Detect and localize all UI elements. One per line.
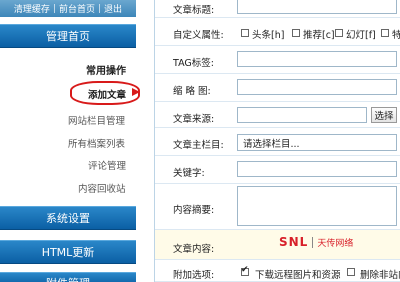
logo-name: 天传网络 (317, 238, 354, 249)
tag-label: TAG标签: (173, 58, 214, 69)
sidebar-item-recycle-bin[interactable]: 内容回收站 (78, 181, 126, 195)
headline-label: 头条[h] (252, 30, 285, 41)
title-input[interactable] (237, 0, 397, 14)
logout-link[interactable]: 退出 (104, 2, 122, 15)
summary-row: 内容摘要: (155, 184, 400, 230)
thumb-input[interactable] (237, 79, 397, 95)
remove-external-links-checkbox[interactable] (347, 268, 355, 276)
download-remote-checkbox[interactable] (241, 265, 249, 276)
nav-attachments[interactable]: 附件管理 (0, 272, 136, 282)
clear-cache-link[interactable]: 清理缓存 (14, 2, 50, 15)
tag-input[interactable] (237, 51, 397, 67)
thumb-row: 缩 略 图: (155, 74, 400, 102)
nav-management-home[interactable]: 管理首页 (0, 24, 136, 48)
summary-textarea[interactable] (237, 186, 397, 226)
custom-attr-label: 自定义属性: (173, 30, 224, 41)
content-row: 文章内容: (155, 230, 400, 260)
annotation-circle (70, 81, 140, 105)
source-label: 文章来源: (173, 114, 215, 125)
nav-html-update[interactable]: HTML更新 (0, 240, 136, 264)
keywords-input[interactable] (237, 161, 397, 177)
slide-label: 幻灯[f] (346, 30, 376, 41)
headline-checkbox[interactable] (241, 29, 249, 37)
source-row: 文章来源: 选择 (155, 102, 400, 128)
thumb-label: 缩 略 图: (173, 86, 211, 97)
extra-options-label: 附加选项: (173, 270, 215, 281)
slide-checkbox[interactable] (335, 29, 343, 37)
select-source-button[interactable]: 选择 (371, 107, 397, 123)
top-links-bar: 清理缓存 | 前台首页 | 退出 (0, 0, 136, 17)
keywords-label: 关键字: (173, 168, 205, 179)
recommend-checkbox[interactable] (292, 29, 300, 37)
sidebar: 清理缓存 | 前台首页 | 退出 管理首页 常用操作 添加文章 网站栏目管理 所… (0, 0, 140, 282)
custom-attr-row: 自定义属性: 头条[h] 推荐[c] 幻灯[f] 特 (155, 18, 400, 46)
special-checkbox[interactable] (381, 29, 389, 37)
frontend-home-link[interactable]: 前台首页 (59, 2, 95, 15)
main-column-label: 文章主栏目: (173, 140, 224, 151)
keywords-row: 关键字: (155, 156, 400, 184)
divider: | (98, 3, 102, 14)
extra-options-row: 附加选项: 下载远程图片和资源 删除非站内 (155, 260, 400, 282)
sidebar-item-column-manage[interactable]: 网站栏目管理 (68, 113, 125, 127)
download-remote-label: 下载远程图片和资源 (255, 270, 341, 281)
annotation-arrow-icon (132, 88, 140, 96)
sidebar-item-all-archives[interactable]: 所有档案列表 (68, 136, 125, 150)
remove-external-links-label: 删除非站内 (360, 270, 400, 281)
summary-label: 内容摘要: (173, 205, 215, 216)
logo-divider (312, 236, 314, 248)
main-column-row: 文章主栏目: 请选择栏目... (155, 128, 400, 156)
brand-logo: SNL 天传网络 (279, 235, 354, 249)
special-label: 特 (392, 30, 400, 41)
article-form: 文章标题: 自定义属性: 头条[h] 推荐[c] 幻灯[f] 特 TAG标签: … (154, 0, 400, 282)
content-label: 文章内容: (173, 244, 215, 255)
nav-system-settings[interactable]: 系统设置 (0, 206, 136, 230)
recommend-label: 推荐[c] (303, 30, 335, 41)
main-column-select[interactable]: 请选择栏目... (237, 134, 397, 151)
tag-row: TAG标签: (155, 46, 400, 74)
source-input[interactable] (237, 107, 367, 123)
title-row: 文章标题: (155, 0, 400, 18)
logo-brand: SNL (279, 235, 309, 249)
title-label: 文章标题: (173, 5, 215, 16)
divider: | (52, 3, 56, 14)
sidebar-item-comments[interactable]: 评论管理 (88, 158, 126, 172)
